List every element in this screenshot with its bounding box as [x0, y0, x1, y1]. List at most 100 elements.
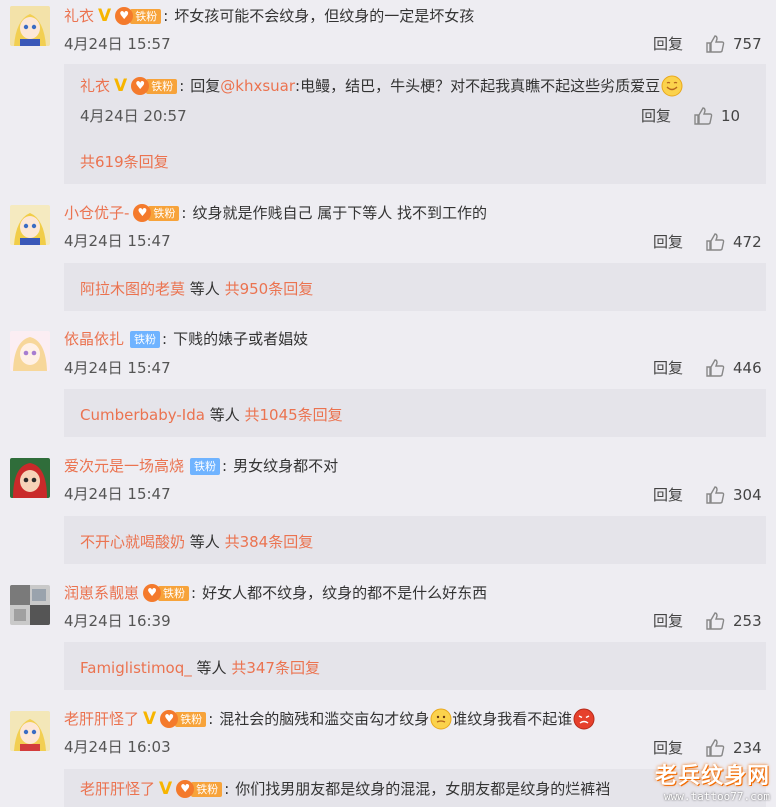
reply-count[interactable]: 共950条回复 — [225, 280, 314, 298]
comment-text: 下贱的婊子或者娼妓 — [173, 330, 309, 348]
like-count: 757 — [733, 35, 762, 53]
fan-badge: ♥ 铁粉 — [143, 584, 190, 602]
thumbs-up-icon[interactable] — [693, 106, 713, 126]
colon: : — [163, 7, 169, 25]
more-replies-link[interactable]: 不开心就喝酸奶 等人 共384条回复 — [80, 531, 313, 552]
thumbs-up-icon[interactable] — [705, 34, 725, 54]
colon: : — [179, 77, 185, 95]
more-replies-link[interactable]: 共619条回复 — [80, 151, 169, 172]
colon: : — [208, 710, 214, 728]
reply-button[interactable]: 回复 — [653, 737, 683, 759]
thinking-emoji-icon — [430, 708, 452, 730]
subreply-box: Famiglistimoq_ 等人 共347条回复 — [64, 642, 766, 690]
avatar[interactable] — [10, 331, 50, 371]
like-count: 446 — [733, 359, 762, 377]
colon: : — [191, 584, 197, 602]
subreply-box: 礼衣 V ♥ 铁粉 : 回复 @khxsuar :电鳗，结巴，牛头梗？对不起我真瞧… — [64, 64, 766, 184]
thumbs-up-icon[interactable] — [705, 232, 725, 252]
timestamp: 4月24日 15:47 — [64, 485, 171, 503]
thumbs-up-icon[interactable] — [705, 358, 725, 378]
username[interactable]: 小仓优子- — [64, 201, 129, 225]
avatar[interactable] — [10, 205, 50, 245]
more-replies-link[interactable]: 阿拉木图的老莫 等人 共950条回复 — [80, 278, 313, 299]
reply-count[interactable]: 共384条回复 — [225, 533, 314, 551]
reply-count[interactable]: 共347条回复 — [231, 659, 320, 677]
reply-button[interactable]: 回复 — [653, 231, 683, 253]
subreply-username[interactable]: 老肝肝怪了 — [80, 777, 155, 801]
subreply-line: 礼衣 V ♥ 铁粉 : 回复 @khxsuar :电鳗，结巴，牛头梗？对不起我真瞧… — [80, 74, 683, 98]
reply-button[interactable]: 回复 — [641, 105, 671, 127]
like-count: 472 — [733, 233, 762, 251]
thumbs-up-icon[interactable] — [705, 738, 725, 758]
comment-line: 爱次元是一场高烧 铁粉 : 男女纹身都不对 — [64, 454, 338, 478]
reply-prefix: 回复 — [190, 77, 221, 95]
verified-v-icon: V — [98, 6, 112, 26]
fan-badge: ♥ 铁粉 — [160, 710, 207, 728]
actions: 回复 234 — [653, 737, 762, 759]
timestamp: 4月24日 15:47 — [64, 232, 171, 250]
like-count: 234 — [733, 739, 762, 757]
smile-emoji-icon — [661, 75, 683, 97]
username[interactable]: 老肝肝怪了 — [64, 707, 139, 731]
comment-text: 男女纹身都不对 — [233, 457, 339, 475]
fan-badge: 铁粉 — [190, 457, 221, 475]
site-watermark: 老兵纹身网 www.tattoo77.com — [655, 758, 770, 803]
comment-line: 老肝肝怪了 V ♥ 铁粉 : 混社会的脑残和滥交亩勾才纹身 谁纹身我看不起谁 — [64, 707, 595, 731]
colon: : — [162, 330, 168, 348]
reply-button[interactable]: 回复 — [653, 484, 683, 506]
heart-icon: ♥ — [143, 584, 162, 602]
more-replies-link[interactable]: Cumberbaby-Ida 等人 共1045条回复 — [80, 404, 343, 425]
avatar[interactable] — [10, 458, 50, 498]
more-replies-link[interactable]: Famiglistimoq_ 等人 共347条回复 — [80, 657, 320, 678]
comment-line: 礼衣 V ♥ 铁粉 : 坏女孩可能不会纹身，但纹身的一定是坏女孩 — [64, 4, 474, 28]
comment-line: 依晶依扎 铁粉 : 下贱的婊子或者娼妓 — [64, 327, 308, 351]
username[interactable]: 爱次元是一场高烧 — [64, 454, 184, 478]
actions: 回复 304 — [653, 484, 762, 506]
actions: 回复 472 — [653, 231, 762, 253]
watermark-title: 老兵纹身网 — [654, 764, 770, 789]
reply-button[interactable]: 回复 — [653, 357, 683, 379]
watermark-url: www.tattoo77.com — [664, 790, 770, 803]
timestamp: 4月24日 16:03 — [64, 738, 171, 756]
reply-user[interactable]: Famiglistimoq_ — [80, 659, 192, 677]
colon: : — [222, 457, 228, 475]
username[interactable]: 润崽系靓崽 — [64, 581, 139, 605]
username[interactable]: 依晶依扎 — [64, 327, 124, 351]
reply-count[interactable]: 共1045条回复 — [245, 406, 343, 424]
comment-text: 坏女孩可能不会纹身，但纹身的一定是坏女孩 — [174, 7, 475, 25]
avatar[interactable] — [10, 6, 50, 46]
verified-v-icon: V — [114, 76, 128, 96]
fan-badge: ♥ 铁粉 — [115, 7, 162, 25]
avatar[interactable] — [10, 585, 50, 625]
actions: 回复 253 — [653, 610, 762, 632]
reply-button[interactable]: 回复 — [653, 610, 683, 632]
reply-user[interactable]: Cumberbaby-Ida — [80, 406, 205, 424]
thumbs-up-icon[interactable] — [705, 485, 725, 505]
avatar[interactable] — [10, 711, 50, 751]
actions: 回复 446 — [653, 357, 762, 379]
comment-text-2: 谁纹身我看不起谁 — [452, 710, 573, 728]
fan-badge: ♥ 铁粉 — [176, 780, 223, 798]
username[interactable]: 礼衣 — [64, 4, 94, 28]
colon: : — [224, 780, 230, 798]
subreply-line: 老肝肝怪了 V ♥ 铁粉 : 你们找男朋友都是纹身的混混，女朋友都是纹身的烂裤裆 — [80, 777, 610, 801]
comment-text: 混社会的脑残和滥交亩勾才纹身 — [219, 710, 430, 728]
subreply-username[interactable]: 礼衣 — [80, 74, 110, 98]
comment-line: 润崽系靓崽 ♥ 铁粉 : 好女人都不纹身，纹身的都不是什么好东西 — [64, 581, 487, 605]
timestamp: 4月24日 15:57 — [64, 35, 171, 53]
like-count: 10 — [721, 107, 741, 125]
mention-link[interactable]: @khxsuar — [220, 74, 295, 98]
reply-user[interactable]: 阿拉木图的老莫 — [80, 280, 185, 298]
angry-emoji-icon — [573, 708, 595, 730]
reply-user[interactable]: 不开心就喝酸奶 — [80, 533, 185, 551]
colon: : — [181, 204, 187, 222]
reply-button[interactable]: 回复 — [653, 33, 683, 55]
actions: 回复 757 — [653, 33, 762, 55]
subreply-text: 你们找男朋友都是纹身的混混，女朋友都是纹身的烂裤裆 — [235, 780, 611, 798]
thumbs-up-icon[interactable] — [705, 611, 725, 631]
subreply-box: Cumberbaby-Ida 等人 共1045条回复 — [64, 389, 766, 437]
subreply-box: 不开心就喝酸奶 等人 共384条回复 — [64, 516, 766, 564]
comment-text: 纹身就是作贱自己 属于下等人 找不到工作的 — [192, 204, 488, 222]
timestamp: 4月24日 16:39 — [64, 612, 171, 630]
subreply-text: :电鳗，结巴，牛头梗？对不起我真瞧不起这些劣质爱豆 — [295, 77, 661, 95]
